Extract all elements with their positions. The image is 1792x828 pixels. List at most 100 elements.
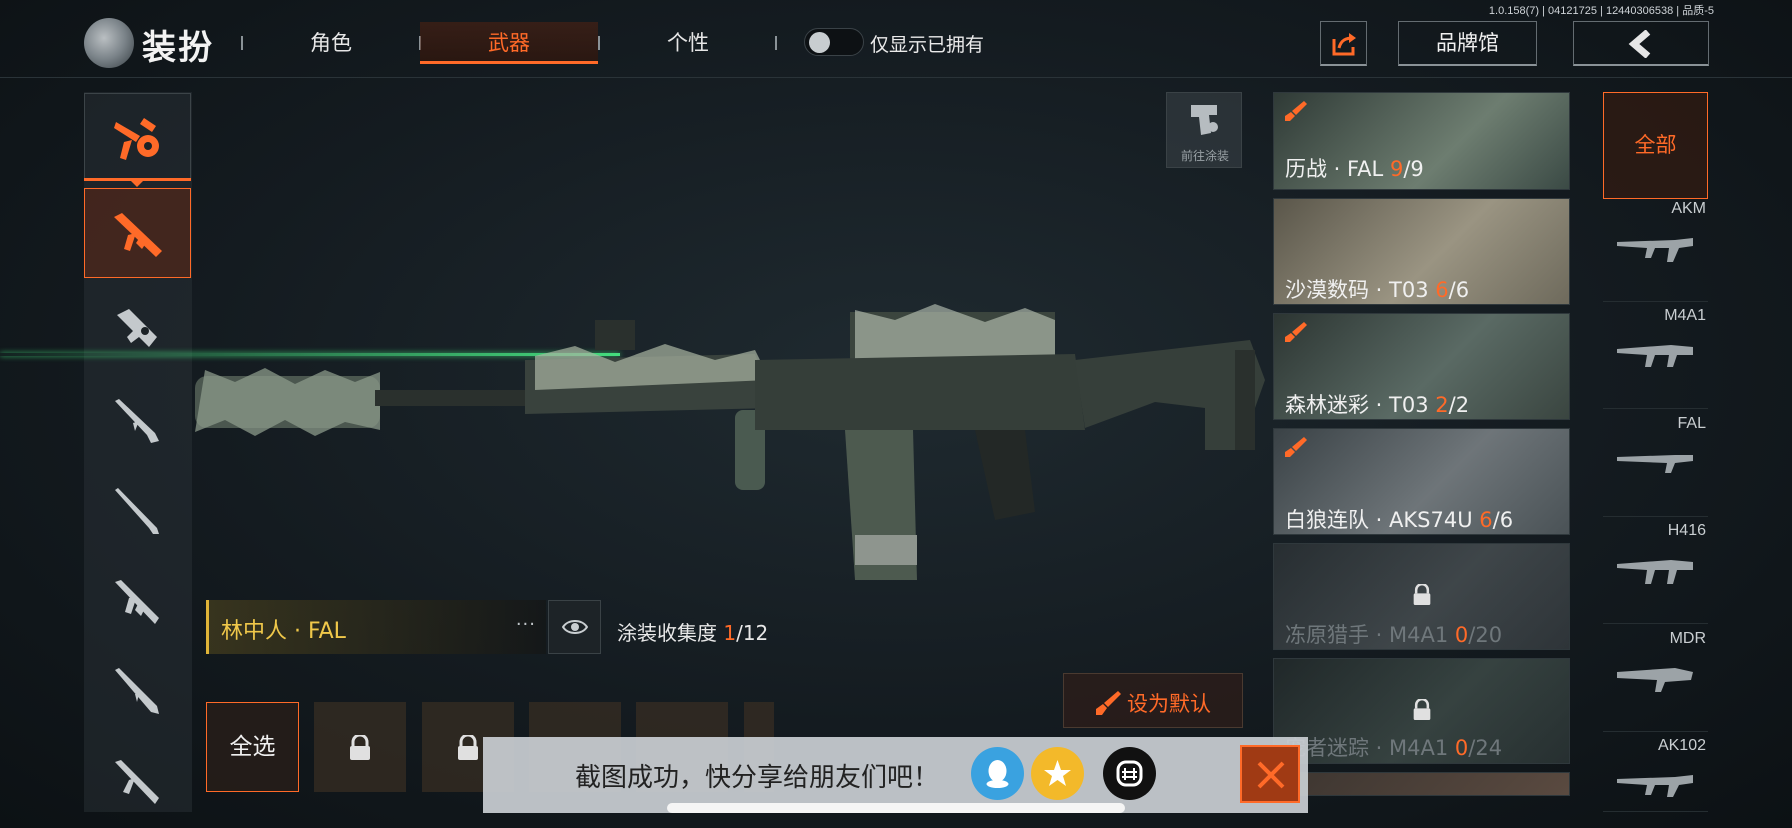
collection-total: /12 xyxy=(736,621,769,645)
filter-weapon-name: M4A1 xyxy=(1664,307,1706,324)
home-indicator[interactable] xyxy=(667,803,1125,813)
paint-brush-icon xyxy=(1285,437,1307,457)
skin-name: 冻原猎手 · M4A1 xyxy=(1285,623,1449,647)
all-weapons-icon xyxy=(114,118,159,160)
collection-progress: 涂装收集度 1/12 xyxy=(617,617,768,646)
skin-card[interactable]: 白狼连队 · AKS74U 6/6 xyxy=(1273,428,1570,535)
skin-card-label: 历战 · FAL 9/9 xyxy=(1285,153,1424,183)
filter-weapon-akm[interactable]: AKM xyxy=(1603,200,1708,302)
owned-only-label: 仅显示已拥有 xyxy=(870,34,985,56)
skin-total: /2 xyxy=(1448,393,1470,417)
category-assault-rifle[interactable] xyxy=(84,188,191,278)
share-qzone-button[interactable] xyxy=(1031,747,1084,800)
filter-weapon-name: MDR xyxy=(1669,630,1706,647)
toast-close-button[interactable] xyxy=(1240,745,1300,803)
skin-total: /20 xyxy=(1468,623,1503,647)
h416-silhouette-icon xyxy=(1617,560,1693,584)
share-export-icon xyxy=(1332,33,1356,56)
filter-weapon-mdr[interactable]: MDR xyxy=(1603,630,1708,732)
screenshot-toast: 截图成功，快分享给朋友们吧！ xyxy=(483,737,1308,813)
version-info: 1.0.158(7) | 04121725 | 12440306538 | 品质… xyxy=(1488,5,1714,17)
filter-weapon-h416[interactable]: H416 xyxy=(1603,522,1708,624)
lock-icon xyxy=(458,735,478,760)
eye-icon xyxy=(562,620,588,634)
skin-name: 森林迷彩 · T03 xyxy=(1285,393,1429,417)
set-default-button[interactable]: 设为默认 xyxy=(1063,673,1243,728)
more-options-icon[interactable]: ··· xyxy=(516,614,536,635)
current-skin-name: 林中人 · FAL xyxy=(221,619,346,644)
skin-card[interactable]: 冻原猎手 · M4A1 0/20 xyxy=(1273,543,1570,650)
skin-card-label: 冻原猎手 · M4A1 0/20 xyxy=(1285,619,1502,649)
skin-card[interactable] xyxy=(1273,772,1570,796)
owned-only-toggle[interactable] xyxy=(804,28,864,56)
globe-logo-icon xyxy=(84,18,134,68)
skin-have: 6 xyxy=(1479,508,1493,532)
toggle-knob xyxy=(809,32,830,53)
filter-weapon-name: AK102 xyxy=(1657,737,1706,754)
filter-weapon-m4a1[interactable]: M4A1 xyxy=(1603,307,1708,409)
skin-card-label: 森林迷彩 · T03 2/2 xyxy=(1285,389,1469,419)
close-x-icon xyxy=(1257,761,1285,789)
skin-card-label: 宠者迷踪 · M4A1 0/24 xyxy=(1285,732,1502,762)
goto-paint-label: 前往涂装 xyxy=(1180,149,1229,163)
skin-thumbnail xyxy=(1274,773,1569,795)
lmg-icon xyxy=(115,580,159,624)
paint-brush-icon xyxy=(1285,322,1307,342)
category-sniper[interactable] xyxy=(84,466,191,556)
tiktok-style-icon xyxy=(1116,760,1143,787)
select-all-button[interactable]: 全选 xyxy=(206,702,299,792)
skin-name: 宠者迷踪 · M4A1 xyxy=(1285,736,1449,760)
skin-card-label: 白狼连队 · AKS74U 6/6 xyxy=(1285,504,1513,534)
category-rifle[interactable] xyxy=(84,736,191,826)
assault-rifle-icon xyxy=(114,213,162,257)
share-button[interactable] xyxy=(1320,21,1367,66)
current-skin-bar: 林中人 · FAL ··· xyxy=(206,600,546,654)
lock-icon xyxy=(350,735,370,760)
skin-card[interactable]: 森林迷彩 · T03 2/2 xyxy=(1273,313,1570,420)
back-button[interactable] xyxy=(1573,21,1709,66)
skin-name: 沙漠数码 · T03 xyxy=(1285,278,1429,302)
category-pointer xyxy=(130,180,144,187)
preview-toggle-button[interactable] xyxy=(548,600,601,654)
category-all[interactable] xyxy=(84,93,191,181)
category-shotgun[interactable] xyxy=(84,375,191,465)
brand-hall-button[interactable]: 品牌馆 xyxy=(1398,21,1537,66)
m4a1-silhouette-icon xyxy=(1617,345,1693,367)
category-smg[interactable] xyxy=(84,285,191,375)
smg-icon xyxy=(117,309,157,347)
skin-card[interactable]: 历战 · FAL 9/9 xyxy=(1273,92,1570,190)
share-other-button[interactable] xyxy=(1103,747,1156,800)
tab-character[interactable]: 角色 xyxy=(242,22,420,64)
skin-total: /6 xyxy=(1492,508,1514,532)
paint-brush-icon xyxy=(1285,101,1307,121)
skin-have: 6 xyxy=(1435,278,1449,302)
category-lmg[interactable] xyxy=(84,556,191,646)
marksman-rifle-icon xyxy=(115,668,159,714)
weapon-3d-preview[interactable] xyxy=(195,290,1265,590)
filter-all-button[interactable]: 全部 xyxy=(1603,92,1708,199)
tab-weapons[interactable]: 武器 xyxy=(420,22,598,64)
skin-card[interactable]: 宠者迷踪 · M4A1 0/24 xyxy=(1273,658,1570,764)
qq-icon xyxy=(986,760,1009,788)
category-marksman[interactable] xyxy=(84,646,191,736)
filter-weapon-name: AKM xyxy=(1671,200,1706,217)
skin-total: /6 xyxy=(1448,278,1470,302)
skin-card[interactable]: 沙漠数码 · T03 6/6 xyxy=(1273,198,1570,305)
share-qq-button[interactable] xyxy=(971,747,1024,800)
toast-message: 截图成功，快分享给朋友们吧！ xyxy=(575,763,940,793)
filter-weapon-ak102[interactable]: AK102 xyxy=(1603,737,1708,812)
akm-silhouette-icon xyxy=(1617,238,1693,262)
filter-weapon-name: H416 xyxy=(1667,522,1706,539)
filter-weapon-name: FAL xyxy=(1677,415,1706,432)
chevron-left-icon xyxy=(1628,30,1651,58)
page-title: 装扮 xyxy=(142,28,214,68)
variant-slot[interactable] xyxy=(314,702,406,792)
collection-have: 1 xyxy=(723,621,737,645)
tab-personality[interactable]: 个性 xyxy=(599,22,777,64)
set-default-label: 设为默认 xyxy=(1127,692,1211,716)
divider xyxy=(775,36,777,50)
lock-icon xyxy=(1413,584,1431,605)
goto-paint-button[interactable]: 前往涂装 xyxy=(1166,92,1242,168)
filter-weapon-fal[interactable]: FAL xyxy=(1603,415,1708,517)
lock-icon xyxy=(1413,699,1431,720)
